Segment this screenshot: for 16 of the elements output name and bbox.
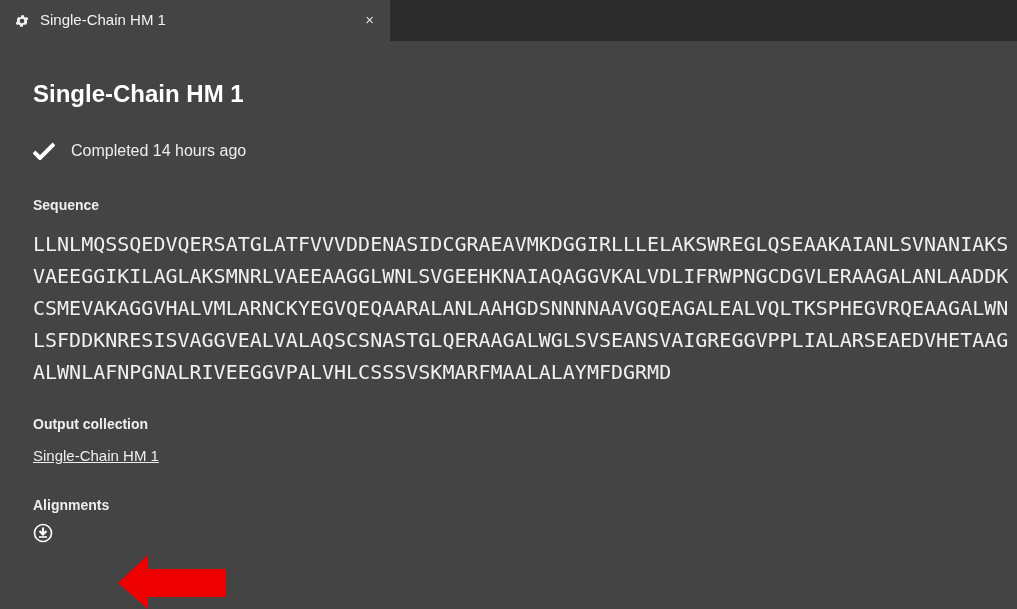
section-label: Sequence	[33, 196, 101, 214]
gear-icon	[14, 12, 30, 29]
tab[interactable]: Single-Chain HM 1 ×	[0, 0, 390, 41]
collection-link[interactable]: Single-Chain HM 1	[33, 446, 159, 466]
page-title: Single-Chain HM 1	[33, 79, 245, 109]
section-label: Output collection	[33, 415, 150, 433]
download-icon[interactable]	[33, 523, 53, 543]
close-button[interactable]: ×	[365, 9, 374, 32]
sequence-line: LSFDDKNRESISVAGGVEALVALAQSCSNASTGLQERAAGALWGLSVSEANSVAIGREGGVPPLIALARSEAEDVHETAAG	[33, 327, 1010, 354]
tab-title: Single-Chain HM 1	[40, 10, 167, 31]
sequence-line: CSMEVAKAGGVHALVMLARNCKYEGVQEQAARALANLAAHGDSNNNNAAVGQEAGALEALVQLTKSPHEGVRQEAAGALWN	[33, 295, 1010, 322]
section-label: Alignments	[33, 496, 111, 514]
status-text: Completed 14 hours ago	[71, 141, 247, 161]
sequence-line: LLNLMQSSQEDVQERSATGLATFVVVDDENASIDCGRAEAVMKDGGIRLLLELAKSWREGLQSEAAKAIANLSVNANIAKS	[33, 231, 1010, 258]
sequence-line: VAEEGGIKILAGLAKSMNRLVAEEAAGGLWNLSVGEEHKNAIAQAGGVKALVDLIFRWPNGCDGVLERAAGALANLAADDK	[33, 263, 1010, 290]
sequence-line: ALWNLAFNPGNALRIVEEGGVPALVHLCSSSVSKMARFMAALALAYMFDGRMD	[33, 359, 673, 386]
